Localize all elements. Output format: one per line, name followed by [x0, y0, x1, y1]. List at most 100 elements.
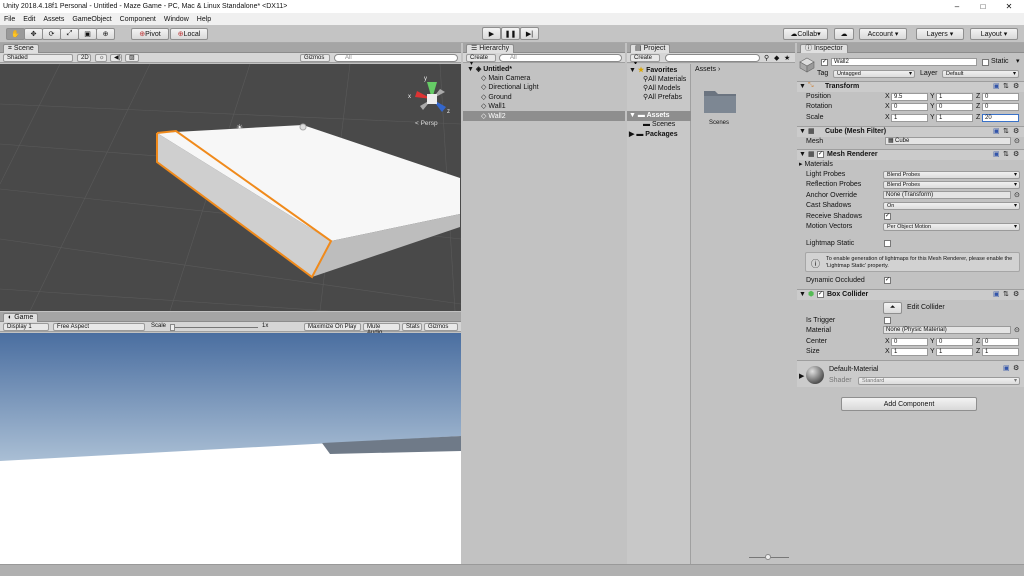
position-z-field[interactable]: 0 [982, 93, 1019, 101]
foldout-arrow-icon[interactable]: ▼ [799, 83, 806, 90]
menu-gameobject[interactable]: GameObject [68, 16, 115, 23]
help-book-icon[interactable]: ▣ [993, 127, 1000, 135]
hierarchy-item-directional-light[interactable]: ◇ Directional Light [481, 83, 539, 91]
component-settings-gear-icon[interactable]: ⚙ [1013, 127, 1019, 135]
menu-window[interactable]: Window [160, 16, 193, 23]
dynamic-occluded-checkbox[interactable]: ✓ [884, 277, 891, 284]
reflection-probes-dropdown[interactable]: Blend Probes [883, 181, 1020, 189]
mesh-renderer-enabled-checkbox[interactable]: ✓ [817, 151, 824, 158]
transform-tool-icon[interactable]: ⊕ [96, 28, 115, 40]
stats-toggle[interactable]: Stats [402, 323, 422, 331]
scale-slider[interactable] [170, 327, 258, 328]
help-book-icon[interactable]: ▣ [1003, 364, 1010, 372]
rotation-x-field[interactable]: 0 [891, 103, 928, 111]
scene-search-input[interactable]: All [334, 54, 458, 62]
favorite-star-icon[interactable]: ★ [784, 54, 790, 62]
motion-vectors-dropdown[interactable]: Per Object Motion [883, 223, 1020, 231]
project-breadcrumb[interactable]: Assets › [695, 66, 720, 73]
object-picker-icon[interactable]: ⊙ [1014, 326, 1020, 334]
project-search-input[interactable] [665, 54, 760, 62]
presets-icon[interactable]: ⇅ [1003, 290, 1009, 298]
foldout-arrow-icon[interactable]: ▶ [799, 372, 804, 380]
foldout-arrow-icon[interactable]: ▼ [799, 151, 806, 158]
object-picker-icon[interactable]: ⊙ [1014, 137, 1020, 145]
mesh-filter-header[interactable]: ▼ ▦ Cube (Mesh Filter) ▣ ⇅ ⚙ [797, 126, 1024, 137]
position-y-field[interactable]: 1 [936, 93, 973, 101]
game-gizmos-dropdown[interactable]: Gizmos [424, 323, 458, 331]
foldout-arrow-icon[interactable]: ▼ [799, 291, 806, 298]
collab-button[interactable]: ☁ Collab ▾ [783, 28, 828, 40]
menu-edit[interactable]: Edit [19, 16, 39, 23]
light-gizmo-icon[interactable]: ☀ [236, 123, 243, 132]
center-x-field[interactable]: 0 [891, 338, 928, 346]
aspect-dropdown[interactable]: Free Aspect [53, 323, 145, 331]
scenes-folder-thumbnail-icon[interactable] [703, 87, 737, 113]
scale-z-field[interactable]: 20 [982, 114, 1019, 122]
hierarchy-search-input[interactable]: All [499, 54, 622, 62]
filter-label-icon[interactable]: ◆ [774, 54, 779, 62]
icon-size-slider-thumb[interactable] [765, 554, 771, 560]
rotation-y-field[interactable]: 0 [936, 103, 973, 111]
center-z-field[interactable]: 0 [982, 338, 1019, 346]
active-checkbox[interactable]: ✓ [821, 59, 828, 66]
layout-button[interactable]: Layout ▾ [970, 28, 1018, 40]
component-settings-gear-icon[interactable]: ⚙ [1013, 82, 1019, 90]
box-collider-header[interactable]: ▼ ⬢ ✓ Box Collider ▣ ⇅ ⚙ [797, 289, 1024, 300]
audio-toggle-icon[interactable]: ◀) [110, 54, 122, 62]
tab-project[interactable]: ▤ Project [630, 44, 671, 53]
rotate-tool-icon[interactable]: ⟳ [42, 28, 61, 40]
maximize-on-play-toggle[interactable]: Maximize On Play [304, 323, 361, 331]
packages-folder-item[interactable]: ▶ ▬ Packages [629, 130, 678, 138]
menu-file[interactable]: File [0, 16, 19, 23]
presets-icon[interactable]: ⇅ [1003, 150, 1009, 158]
menu-help[interactable]: Help [193, 16, 215, 23]
hierarchy-item-main-camera[interactable]: ◇ Main Camera [481, 74, 530, 82]
static-checkbox[interactable] [982, 59, 989, 66]
hierarchy-item-ground[interactable]: ◇ Ground [481, 93, 512, 101]
layer-dropdown[interactable]: Default [942, 70, 1019, 78]
filter-type-icon[interactable]: ⚲ [764, 54, 769, 62]
hierarchy-item-wall1[interactable]: ◇ Wall1 [481, 102, 506, 110]
shader-dropdown[interactable]: Standard [858, 377, 1020, 385]
mesh-object-field[interactable]: Cube [885, 137, 1011, 145]
shading-mode-dropdown[interactable]: Shaded [3, 54, 73, 62]
cast-shadows-dropdown[interactable]: On [883, 202, 1020, 210]
favorites-all-models[interactable]: ⚲All Models [643, 84, 680, 92]
scene-root-item[interactable]: ▼ ◈ Untitled* [467, 65, 512, 73]
services-button[interactable]: ☁ [834, 28, 854, 40]
tab-scene[interactable]: ⌗ Scene [3, 44, 39, 53]
add-component-button[interactable]: Add Component [841, 397, 977, 411]
gizmos-dropdown[interactable]: Gizmos [300, 54, 330, 62]
step-button[interactable]: ▶| [520, 27, 539, 40]
pivot-button[interactable]: ⊕ Pivot [131, 28, 169, 40]
help-book-icon[interactable]: ▣ [993, 150, 1000, 158]
hand-tool-icon[interactable]: ✋ [6, 28, 25, 40]
menu-component[interactable]: Component [116, 16, 160, 23]
scale-y-field[interactable]: 1 [936, 114, 973, 122]
menu-assets[interactable]: Assets [39, 16, 68, 23]
presets-icon[interactable]: ⇅ [1003, 82, 1009, 90]
collider-material-field[interactable]: None (Physic Material) [883, 326, 1011, 334]
scene-viewport[interactable]: ☀ y x z [0, 64, 461, 311]
favorites-all-prefabs[interactable]: ⚲All Prefabs [643, 93, 682, 101]
favorites-item[interactable]: ▼ ★ Favorites [629, 66, 677, 74]
maximize-button[interactable]: □ [970, 0, 996, 13]
center-y-field[interactable]: 0 [936, 338, 973, 346]
scale-tool-icon[interactable]: ⤢ [60, 28, 79, 40]
assets-folder-item[interactable]: ▼ ▬ Assets [629, 112, 670, 119]
camera-gizmo-icon[interactable] [299, 123, 307, 131]
lightmap-static-checkbox[interactable] [884, 240, 891, 247]
static-dropdown-icon[interactable]: ▾ [1016, 57, 1020, 65]
receive-shadows-checkbox[interactable]: ✓ [884, 213, 891, 220]
tab-hierarchy[interactable]: ☰ Hierarchy [466, 44, 515, 53]
component-settings-gear-icon[interactable]: ⚙ [1013, 150, 1019, 158]
materials-foldout[interactable]: ▸ Materials [799, 160, 833, 168]
2d-toggle[interactable]: 2D [77, 54, 91, 62]
effects-toggle-icon[interactable]: ▨ [125, 54, 139, 62]
help-book-icon[interactable]: ▣ [993, 82, 1000, 90]
play-button[interactable]: ▶ [482, 27, 501, 40]
display-dropdown[interactable]: Display 1 [3, 323, 49, 331]
pause-button[interactable]: ❚❚ [501, 27, 520, 40]
lighting-toggle-icon[interactable]: ☼ [95, 54, 107, 62]
size-y-field[interactable]: 1 [936, 348, 973, 356]
